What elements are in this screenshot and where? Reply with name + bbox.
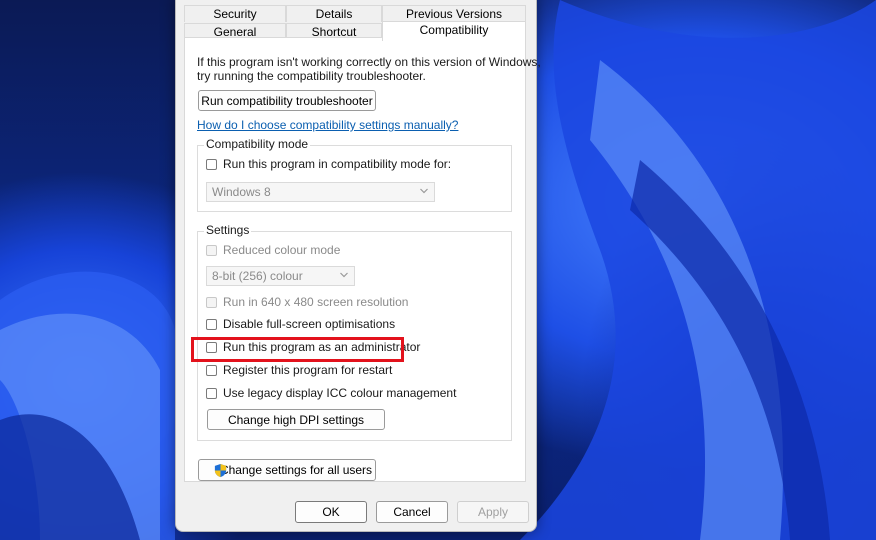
- res-640-checkbox[interactable]: [206, 297, 217, 308]
- compatibility-panel: If this program isn't working correctly …: [184, 37, 541, 482]
- properties-dialog: Security Details Previous Versions Gener…: [175, 0, 541, 532]
- settings-title: Settings: [204, 223, 252, 237]
- chevron-down-icon: [340, 272, 348, 278]
- res-640-label: Run in 640 x 480 screen resolution: [223, 295, 409, 309]
- manual-settings-link[interactable]: How do I choose compatibility settings m…: [197, 118, 458, 132]
- reduced-colour-label: Reduced colour mode: [223, 243, 341, 257]
- uac-shield-icon: [214, 463, 227, 478]
- settings-group: Settings Reduced colour mode 8-bit (256)…: [197, 223, 512, 441]
- compatibility-mode-title: Compatibility mode: [204, 137, 311, 151]
- tab-previous-versions[interactable]: Previous Versions: [382, 5, 526, 22]
- legacy-icc-checkbox[interactable]: [206, 388, 217, 399]
- compat-mode-checkbox[interactable]: [206, 159, 217, 170]
- register-restart-checkbox[interactable]: [206, 365, 217, 376]
- disable-fullscreen-label: Disable full-screen optimisations: [223, 317, 396, 331]
- tab-compatibility[interactable]: Compatibility: [382, 21, 526, 41]
- change-dpi-button[interactable]: Change high DPI settings: [207, 409, 385, 430]
- register-restart-label: Register this program for restart: [223, 363, 393, 377]
- tab-details[interactable]: Details: [286, 5, 382, 22]
- os-version-select[interactable]: Windows 8: [206, 182, 435, 202]
- change-all-users-label: Change settings for all users: [219, 463, 373, 477]
- colour-depth-select[interactable]: 8-bit (256) colour: [206, 266, 355, 286]
- cancel-button[interactable]: Cancel: [376, 501, 448, 523]
- change-all-users-button[interactable]: Change settings for all users: [198, 459, 376, 481]
- admin-option-highlight: [191, 337, 404, 362]
- intro-line-1: If this program isn't working correctly …: [197, 55, 541, 69]
- run-troubleshooter-button[interactable]: Run compatibility troubleshooter: [198, 90, 376, 111]
- colour-depth-value: 8-bit (256) colour: [212, 269, 303, 283]
- legacy-icc-label: Use legacy display ICC colour management: [223, 386, 457, 400]
- disable-fullscreen-checkbox[interactable]: [206, 319, 217, 330]
- ok-button[interactable]: OK: [295, 501, 367, 523]
- tab-security[interactable]: Security: [184, 5, 286, 22]
- chevron-down-icon: [420, 188, 428, 194]
- compatibility-mode-group: Compatibility mode Run this program in c…: [197, 137, 512, 212]
- apply-button[interactable]: Apply: [457, 501, 529, 523]
- os-version-value: Windows 8: [212, 185, 271, 199]
- reduced-colour-checkbox[interactable]: [206, 245, 217, 256]
- compat-mode-label: Run this program in compatibility mode f…: [223, 157, 452, 171]
- intro-line-2: try running the compatibility troublesho…: [197, 69, 426, 83]
